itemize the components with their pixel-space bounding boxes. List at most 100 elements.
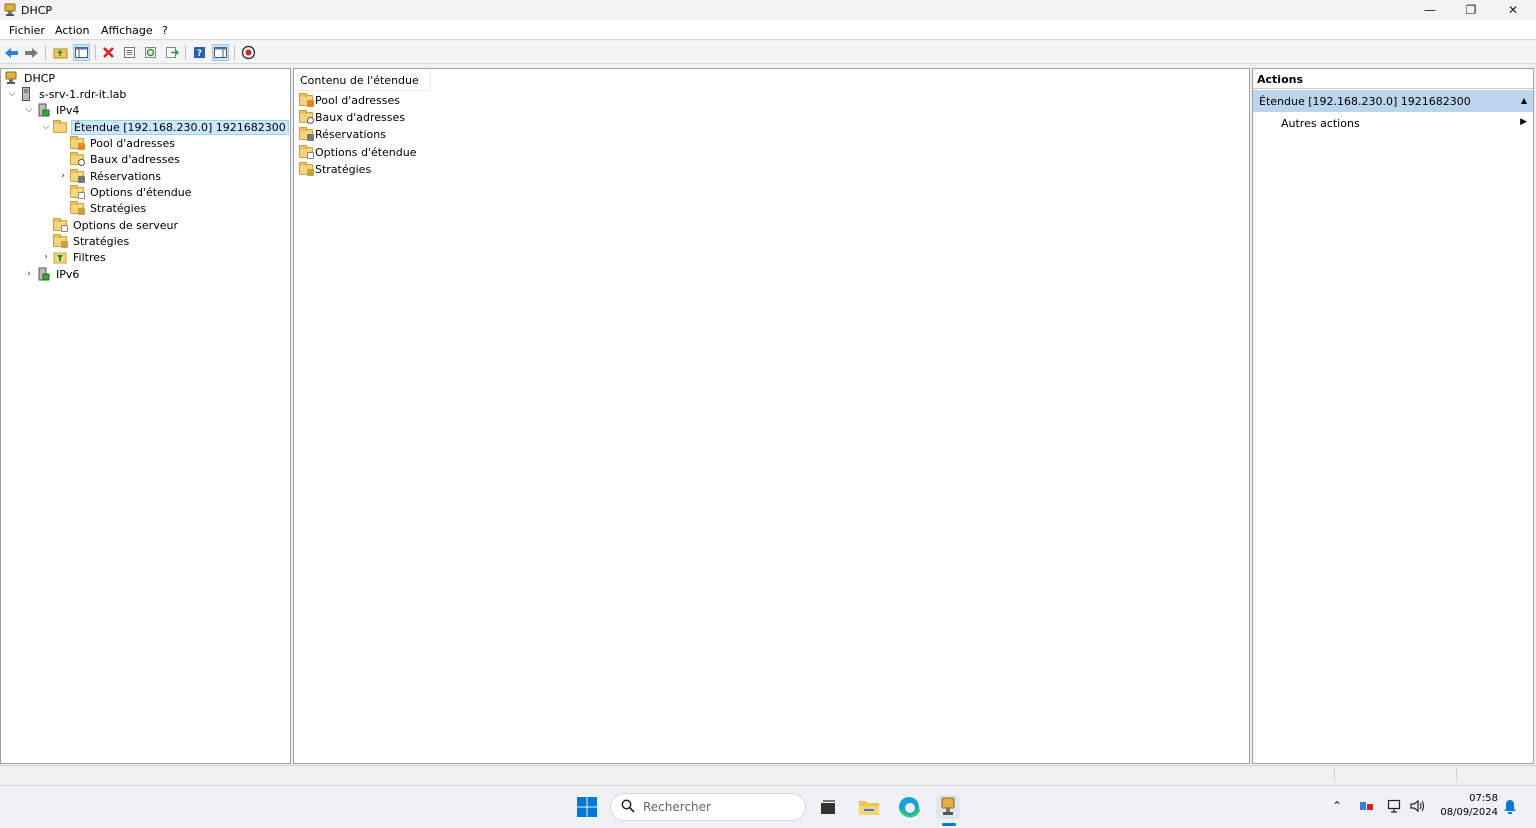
restore-button[interactable]: ❐ [1450,0,1492,20]
filters-icon [52,250,68,264]
content-item-reservations[interactable]: Réservations [298,126,386,142]
clock-date: 08/09/2024 [1440,807,1498,818]
active-app-indicator [942,823,956,826]
menu-bar: Fichier Action Affichage ? [0,20,1536,40]
chevron-right-icon[interactable]: › [57,171,69,181]
stop-icon[interactable] [240,44,257,61]
search-icon [621,799,635,816]
content-item-label: Baux d'adresses [315,110,406,124]
tree-node-scope-policies[interactable]: Stratégies [57,200,148,216]
tree-node-ipv6[interactable]: › IPv6 [23,266,81,282]
dhcp-root-icon [3,71,19,85]
content-item-label: Pool d'adresses [315,93,400,107]
tree-node-address-pool[interactable]: Pool d'adresses [57,135,177,151]
menu-help[interactable]: ? [162,24,168,37]
actions-section-scope[interactable]: Étendue [192.168.230.0] 1921682300 ▲ [1253,90,1533,112]
actions-pane: Actions Étendue [192.168.230.0] 19216823… [1252,68,1534,764]
tree-node-address-leases[interactable]: Baux d'adresses [57,151,182,167]
chevron-down-icon[interactable]: ⌵ [23,105,35,115]
tray-app-icon[interactable] [1359,799,1375,816]
address-leases-icon [69,151,85,166]
task-view-icon[interactable] [816,795,840,819]
tree-label: Réservations [90,169,161,183]
actions-section-label: Étendue [192.168.230.0] 1921682300 [1259,95,1471,108]
properties-icon[interactable] [121,44,138,61]
help-icon[interactable]: ? [191,44,208,61]
tree-label: IPv4 [56,103,80,117]
chevron-down-icon[interactable]: ⌵ [40,122,52,132]
tree-node-server[interactable]: ⌵ s-srv-1.rdr-it.lab [6,86,128,102]
content-item-policies[interactable]: Stratégies [298,161,371,177]
menu-affichage[interactable]: Affichage [101,24,153,37]
show-hide-action-pane-icon[interactable] [212,44,229,61]
windows-start-icon[interactable] [575,795,599,819]
address-pool-icon [298,92,314,107]
reservations-icon [298,126,314,141]
address-leases-icon [298,109,314,124]
tree-node-filters[interactable]: › Filtres [40,249,108,265]
content-item-scope-options[interactable]: Options d'étendue [298,144,417,160]
menu-action[interactable]: Action [55,24,89,37]
taskbar-clock[interactable]: 07:58 08/09/2024 [1436,792,1498,820]
status-bar [0,765,1536,784]
tree-label: DHCP [24,71,56,85]
show-hide-tree-icon[interactable] [73,44,90,61]
taskbar-search-box[interactable]: Rechercher [610,793,806,821]
tree-label: s-srv-1.rdr-it.lab [39,87,127,101]
content-item-address-pool[interactable]: Pool d'adresses [298,92,400,108]
content-column-header[interactable]: Contenu de l'étendue [294,69,431,91]
chevron-right-icon[interactable]: › [40,252,52,262]
tree-node-ipv4[interactable]: ⌵ IPv4 [23,102,81,118]
edge-browser-icon[interactable] [897,795,921,819]
address-pool-icon [69,135,85,150]
tree-label: Options d'étendue [90,185,192,199]
refresh-icon[interactable] [142,44,159,61]
dhcp-taskbar-icon[interactable] [936,795,960,819]
actions-header: Actions [1253,69,1533,89]
network-icon[interactable] [1387,799,1403,816]
export-list-icon[interactable] [163,44,180,61]
tree-label: Filtres [73,250,106,264]
reservations-icon [69,168,85,183]
ipv6-icon [35,267,51,281]
chevron-right-icon[interactable]: › [23,269,35,279]
delete-icon[interactable] [100,44,117,61]
tree-node-policies[interactable]: Stratégies [40,233,131,249]
content-item-label: Stratégies [315,162,372,176]
window-title: DHCP [21,4,53,17]
forward-arrow-icon[interactable] [23,44,40,61]
scope-folder-icon [52,119,68,134]
server-options-icon [52,217,68,232]
notification-bell-icon[interactable] [1503,799,1517,817]
console-tree-pane: DHCP ⌵ s-srv-1.rdr-it.lab ⌵ IPv4 ⌵ Étend… [0,68,291,764]
dhcp-app-icon [3,3,17,17]
tree-node-dhcp[interactable]: DHCP [3,70,57,86]
content-item-address-leases[interactable]: Baux d'adresses [298,109,405,125]
back-arrow-icon[interactable] [3,44,20,61]
tree-node-reservations[interactable]: › Réservations [57,168,163,184]
tree-node-scope[interactable]: ⌵ Étendue [192.168.230.0] 1921682300 [40,119,289,135]
minimize-button[interactable]: — [1409,0,1451,20]
content-pane: Contenu de l'étendue Pool d'adresses Bau… [293,68,1250,764]
policies-icon [69,200,85,215]
menu-fichier[interactable]: Fichier [9,24,45,37]
tree-label: Options de serveur [73,218,178,232]
tree-label: Stratégies [90,201,147,215]
action-more-actions[interactable]: Autres actions ▶ [1281,117,1531,130]
tree-node-scope-options[interactable]: Options d'étendue [57,184,194,200]
server-icon [18,87,34,101]
up-folder-icon[interactable] [52,44,69,61]
policies-icon [52,233,68,248]
collapse-up-icon[interactable]: ▲ [1521,96,1527,105]
tree-node-server-options[interactable]: Options de serveur [40,217,180,233]
title-bar: DHCP — ❐ ✕ [0,0,1536,20]
volume-icon[interactable] [1409,799,1425,816]
chevron-down-icon[interactable]: ⌵ [6,89,18,99]
clock-time: 07:58 [1469,793,1498,804]
tree-label: Baux d'adresses [90,152,181,166]
svg-text:?: ? [197,49,202,59]
close-button[interactable]: ✕ [1492,0,1534,20]
file-explorer-icon[interactable] [857,795,881,819]
tree-label: Stratégies [73,234,130,248]
chevron-up-icon[interactable]: ⌃ [1332,799,1342,813]
